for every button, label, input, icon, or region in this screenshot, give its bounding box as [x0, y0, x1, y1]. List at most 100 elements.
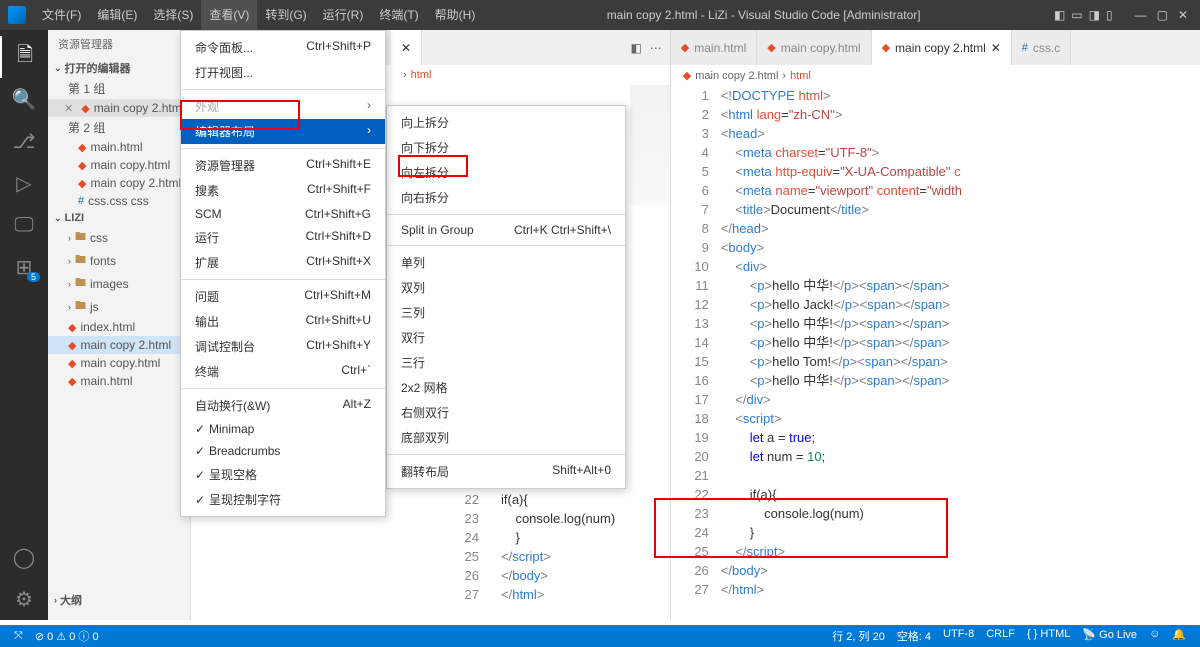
- menu-problems[interactable]: 问题Ctrl+Shift+M: [181, 284, 385, 309]
- editor-tab[interactable]: ◆main copy.html: [757, 30, 871, 65]
- menu-terminal[interactable]: 终端Ctrl+`: [181, 359, 385, 384]
- file-item[interactable]: ◆main.html: [48, 372, 190, 390]
- editor-tab[interactable]: ◆main.html: [671, 30, 757, 65]
- menu-file[interactable]: 文件(F): [34, 0, 89, 30]
- editor-tab[interactable]: ✕: [391, 30, 422, 65]
- menu-two-rows[interactable]: 双行: [387, 325, 625, 350]
- menu-word-wrap[interactable]: 自动换行(&W)Alt+Z: [181, 393, 385, 418]
- indentation[interactable]: 空格: 4: [891, 628, 937, 644]
- menu-run[interactable]: 运行(R): [315, 0, 372, 30]
- file-item[interactable]: ◆index.html: [48, 318, 190, 336]
- folder-item[interactable]: ›🖿js: [48, 295, 190, 318]
- window-title: main copy 2.html - LiZi - Visual Studio …: [483, 8, 1044, 22]
- go-live[interactable]: 📡 Go Live: [1076, 628, 1143, 644]
- encoding[interactable]: UTF-8: [937, 628, 980, 644]
- explorer-icon[interactable]: 🗎: [0, 36, 48, 78]
- menu-bottom-two-cols[interactable]: 底部双列: [387, 425, 625, 450]
- close-button[interactable]: ✕: [1178, 8, 1188, 22]
- close-icon[interactable]: ✕: [401, 41, 411, 55]
- menu-search[interactable]: 搜素Ctrl+Shift+F: [181, 178, 385, 203]
- folder-item[interactable]: ›🖿fonts: [48, 249, 190, 272]
- layout-icon[interactable]: ▭: [1071, 8, 1082, 22]
- outline-header[interactable]: ›大纲: [48, 590, 190, 610]
- problems-indicator[interactable]: ⊘ 0 ⚠ 0 ⓘ 0: [29, 628, 105, 644]
- menu-minimap[interactable]: ✓Minimap: [181, 418, 385, 440]
- menu-explorer[interactable]: 资源管理器Ctrl+Shift+E: [181, 153, 385, 178]
- language-mode[interactable]: { } HTML: [1021, 628, 1076, 644]
- menu-render-control[interactable]: ✓呈现控制字符: [181, 487, 385, 512]
- editor-group-1[interactable]: 第 1 组: [48, 78, 190, 99]
- menu-grid[interactable]: 2x2 网格: [387, 375, 625, 400]
- menu-breadcrumbs[interactable]: ✓Breadcrumbs: [181, 440, 385, 462]
- menu-flip-layout[interactable]: 翻转布局Shift+Alt+0: [387, 459, 625, 484]
- menu-terminal[interactable]: 终端(T): [371, 0, 426, 30]
- menu-three-rows[interactable]: 三行: [387, 350, 625, 375]
- html-icon: ◆: [882, 41, 890, 54]
- menu-split-in-group[interactable]: Split in GroupCtrl+K Ctrl+Shift+\: [387, 219, 625, 241]
- menu-single-column[interactable]: 单列: [387, 250, 625, 275]
- more-icon[interactable]: ⋯: [650, 41, 662, 55]
- open-editor-item[interactable]: ✕◆main copy 2.html: [48, 99, 190, 117]
- open-editors-header[interactable]: ⌄打开的编辑器: [48, 58, 190, 78]
- source-control-icon[interactable]: ⎇: [0, 120, 48, 162]
- editor-group-2[interactable]: 第 2 组: [48, 117, 190, 138]
- folder-item[interactable]: ›🖿images: [48, 272, 190, 295]
- menu-go[interactable]: 转到(G): [257, 0, 314, 30]
- open-editor-item[interactable]: #css.css css: [48, 192, 190, 210]
- breadcrumb[interactable]: ◆main copy 2.html›html: [671, 65, 1200, 86]
- code-editor-right[interactable]: 1234567891011121314151617181920212223242…: [671, 86, 1200, 620]
- remote-icon[interactable]: 🖵: [0, 204, 48, 246]
- file-item[interactable]: ◆main copy.html: [48, 354, 190, 372]
- open-editor-item[interactable]: ◆main.html: [48, 138, 190, 156]
- menu-help[interactable]: 帮助(H): [427, 0, 484, 30]
- settings-icon[interactable]: ⚙: [0, 578, 48, 620]
- menu-two-columns[interactable]: 双列: [387, 275, 625, 300]
- menu-scm[interactable]: SCMCtrl+Shift+G: [181, 203, 385, 225]
- menu-three-columns[interactable]: 三列: [387, 300, 625, 325]
- layout-icon[interactable]: ▯: [1106, 8, 1113, 22]
- run-debug-icon[interactable]: ▷: [0, 162, 48, 204]
- menu-appearance[interactable]: 外观›: [181, 94, 385, 119]
- remote-indicator[interactable]: ⤧: [8, 630, 29, 643]
- folder-item[interactable]: ›🖿css: [48, 226, 190, 249]
- open-editor-item[interactable]: ◆main copy.html: [48, 156, 190, 174]
- menu-extensions[interactable]: 扩展Ctrl+Shift+X: [181, 250, 385, 275]
- menu-split-up[interactable]: 向上拆分: [387, 110, 625, 135]
- notifications-icon[interactable]: 🔔: [1166, 628, 1192, 644]
- minimize-button[interactable]: —: [1135, 8, 1147, 22]
- extensions-icon[interactable]: ⊞5: [0, 246, 48, 288]
- menu-split-left[interactable]: 向左拆分: [387, 160, 625, 185]
- menu-debug-console[interactable]: 调试控制台Ctrl+Shift+Y: [181, 334, 385, 359]
- layout-icon[interactable]: ◨: [1089, 8, 1100, 22]
- editor-tab[interactable]: ◆main copy 2.html✕: [872, 30, 1012, 65]
- editor-tab[interactable]: #css.c: [1012, 30, 1071, 65]
- feedback-icon[interactable]: ☺: [1143, 628, 1166, 644]
- menu-editor-layout[interactable]: 编辑器布局›: [181, 119, 385, 144]
- menu-split-right[interactable]: 向右拆分: [387, 185, 625, 210]
- cursor-position[interactable]: 行 2, 列 20: [826, 628, 891, 644]
- breadcrumb-node[interactable]: html: [411, 69, 432, 81]
- menu-right-two-rows[interactable]: 右侧双行: [387, 400, 625, 425]
- file-item[interactable]: ◆main copy 2.html: [48, 336, 190, 354]
- menu-open-view[interactable]: 打开视图...: [181, 60, 385, 85]
- close-icon[interactable]: ✕: [64, 102, 73, 115]
- project-header[interactable]: ⌄LIZI: [48, 210, 190, 226]
- menu-render-whitespace[interactable]: ✓呈现空格: [181, 462, 385, 487]
- close-icon[interactable]: ✕: [991, 41, 1001, 55]
- open-editor-item[interactable]: ◆main copy 2.html: [48, 174, 190, 192]
- html-icon: ◆: [68, 321, 76, 334]
- maximize-button[interactable]: ▢: [1157, 8, 1168, 22]
- menu-output[interactable]: 输出Ctrl+Shift+U: [181, 309, 385, 334]
- menu-edit[interactable]: 编辑(E): [89, 0, 145, 30]
- menu-view[interactable]: 查看(V): [201, 0, 257, 30]
- split-editor-icon[interactable]: ◧: [630, 41, 641, 55]
- menu-split-down[interactable]: 向下拆分: [387, 135, 625, 160]
- eol[interactable]: CRLF: [980, 628, 1021, 644]
- account-icon[interactable]: ◯: [0, 536, 48, 578]
- layout-icon[interactable]: ◧: [1054, 8, 1065, 22]
- menu-selection[interactable]: 选择(S): [145, 0, 201, 30]
- minimap[interactable]: [630, 85, 670, 205]
- search-icon[interactable]: 🔍: [0, 78, 48, 120]
- menu-run[interactable]: 运行Ctrl+Shift+D: [181, 225, 385, 250]
- menu-command-palette[interactable]: 命令面板...Ctrl+Shift+P: [181, 35, 385, 60]
